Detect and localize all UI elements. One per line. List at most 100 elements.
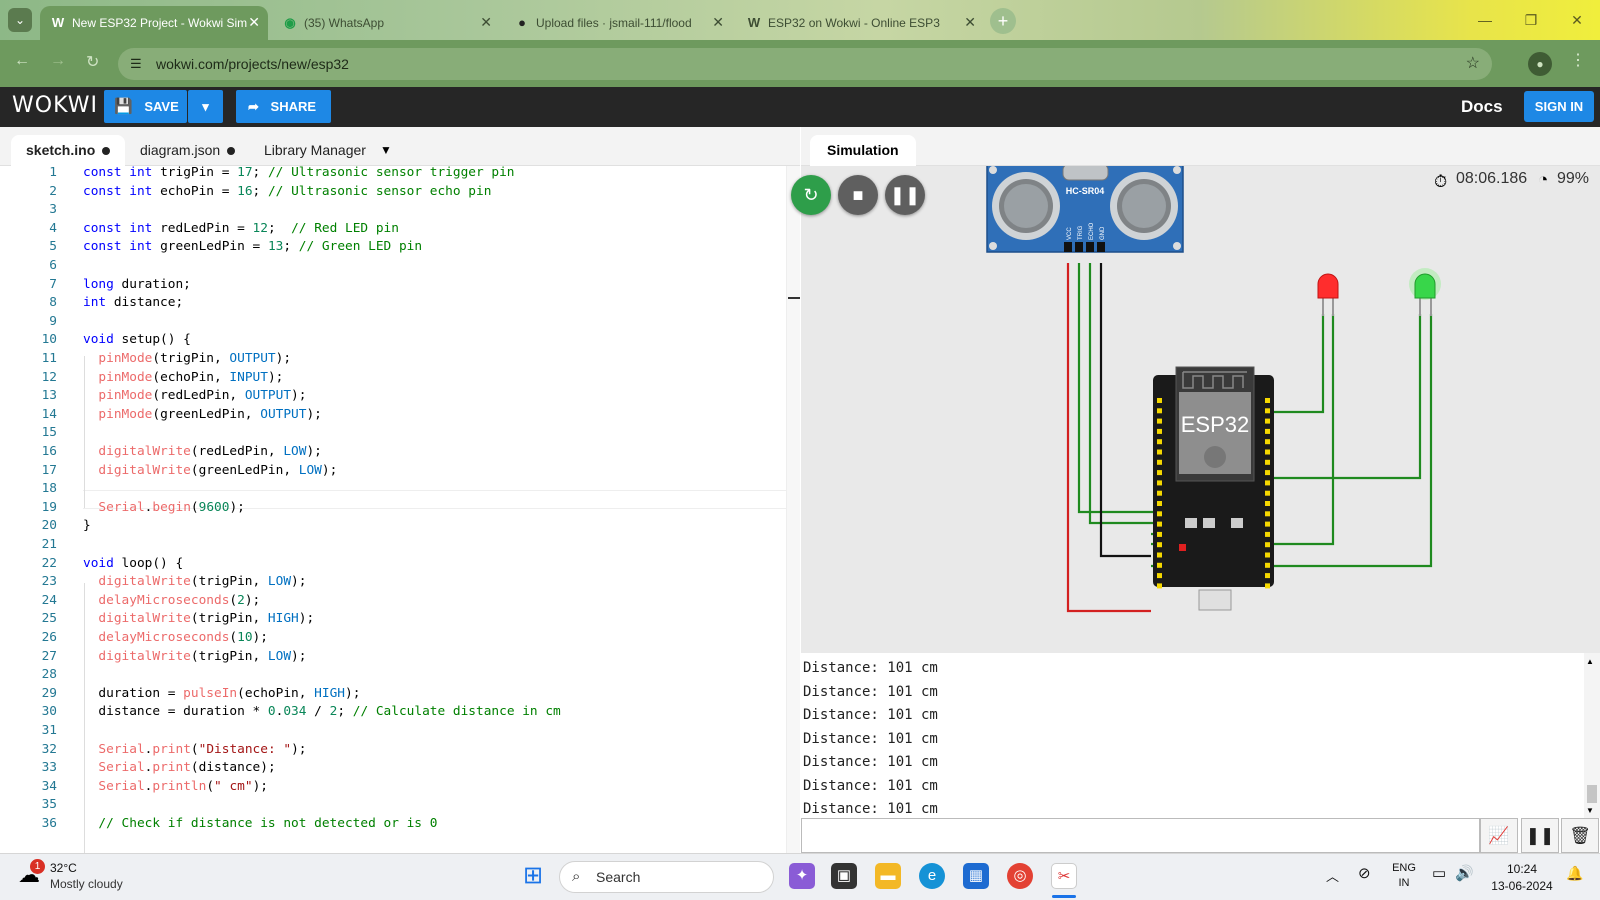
tabs-overflow-chevron-icon[interactable]: ▼ bbox=[380, 143, 392, 157]
weather-temperature[interactable]: 32°C bbox=[50, 861, 77, 875]
code-line[interactable]: 17 digitalWrite(greenLedPin, LOW); bbox=[0, 461, 800, 480]
code-line[interactable]: 10 void setup() { bbox=[0, 330, 800, 349]
stop-simulation-button[interactable]: ■ bbox=[838, 175, 878, 215]
code-line[interactable]: 9 bbox=[0, 312, 800, 331]
code-line[interactable]: 16 digitalWrite(redLedPin, LOW); bbox=[0, 442, 800, 461]
language-indicator[interactable]: ENG IN bbox=[1389, 862, 1419, 889]
reload-icon[interactable]: ↻ bbox=[86, 52, 99, 72]
display-icon[interactable]: ▭ bbox=[1432, 864, 1446, 882]
pause-serial-button[interactable]: ❚❚ bbox=[1521, 818, 1559, 853]
profile-avatar-icon[interactable]: ● bbox=[1528, 52, 1552, 76]
code-line[interactable]: 2 const int echoPin = 16; // Ultrasonic s… bbox=[0, 182, 800, 201]
code-line[interactable]: 22 void loop() { bbox=[0, 554, 800, 573]
code-line[interactable]: 30 distance = duration * 0.034 / 2; // C… bbox=[0, 702, 800, 721]
close-tab-icon[interactable]: ✕ bbox=[480, 14, 492, 31]
code-line[interactable]: 31 bbox=[0, 721, 800, 740]
restart-simulation-button[interactable]: ↻ bbox=[791, 175, 831, 215]
code-line[interactable]: 21 bbox=[0, 535, 800, 554]
tab-simulation[interactable]: Simulation bbox=[810, 135, 916, 166]
code-line[interactable]: 24 delayMicroseconds(2); bbox=[0, 591, 800, 610]
snipping-tool-icon[interactable]: ✂ bbox=[1051, 863, 1077, 889]
chrome-icon[interactable]: ◎ bbox=[1007, 863, 1033, 889]
code-line[interactable]: 28 bbox=[0, 665, 800, 684]
minimize-icon[interactable]: — bbox=[1462, 0, 1508, 40]
windows-start-icon[interactable]: ⊞ bbox=[520, 863, 546, 889]
code-line[interactable]: 27 digitalWrite(trigPin, LOW); bbox=[0, 647, 800, 666]
code-line[interactable]: 18 bbox=[0, 479, 800, 498]
code-line[interactable]: 13 pinMode(redLedPin, OUTPUT); bbox=[0, 386, 800, 405]
code-line[interactable]: 25 digitalWrite(trigPin, HIGH); bbox=[0, 609, 800, 628]
code-line[interactable]: 4 const int redLedPin = 12; // Red LED pi… bbox=[0, 219, 800, 238]
code-line[interactable]: 12 pinMode(echoPin, INPUT); bbox=[0, 368, 800, 387]
sign-in-button[interactable]: SIGN IN bbox=[1524, 91, 1594, 122]
notification-bell-icon[interactable]: 🔔 bbox=[1566, 865, 1583, 882]
plotter-button[interactable]: 📈 bbox=[1480, 818, 1518, 853]
code-line[interactable]: 20} bbox=[0, 516, 800, 535]
code-line[interactable]: 5 const int greenLedPin = 13; // Green LE… bbox=[0, 237, 800, 256]
save-dropdown-button[interactable]: ▾ bbox=[188, 90, 223, 123]
browser-tab-esp32-wokwi[interactable]: W ESP32 on Wokwi - Online ESP3 ✕ bbox=[736, 6, 984, 40]
code-line[interactable]: 14 pinMode(greenLedPin, OUTPUT); bbox=[0, 405, 800, 424]
back-arrow-icon[interactable]: ← bbox=[14, 52, 30, 70]
taskbar-search[interactable]: ⌕ Search bbox=[559, 861, 774, 893]
microsoft-store-icon[interactable]: ▦ bbox=[963, 863, 989, 889]
simulation-canvas[interactable]: HC-SR04 VCC TRIG ECHO GND ESP32 bbox=[801, 162, 1600, 653]
code-line[interactable]: 33 Serial.print(distance); bbox=[0, 758, 800, 777]
edge-browser-icon[interactable]: e bbox=[919, 863, 945, 889]
copilot-icon[interactable]: ✦ bbox=[789, 863, 815, 889]
close-window-icon[interactable]: ✕ bbox=[1554, 0, 1600, 40]
editor-scrollbar[interactable] bbox=[786, 166, 800, 853]
tab-sketch-ino[interactable]: sketch.ino bbox=[11, 135, 126, 166]
network-icon[interactable]: ⊘ bbox=[1358, 864, 1371, 882]
code-line[interactable]: 32 Serial.print("Distance: "); bbox=[0, 740, 800, 759]
code-line[interactable]: 15 bbox=[0, 423, 800, 442]
browser-menu-icon[interactable]: ⋮ bbox=[1570, 50, 1586, 70]
file-explorer-icon[interactable]: ▬ bbox=[875, 863, 901, 889]
serial-input-field[interactable] bbox=[801, 818, 1480, 853]
task-view-icon[interactable]: ▣ bbox=[831, 863, 857, 889]
code-line[interactable]: 26 delayMicroseconds(10); bbox=[0, 628, 800, 647]
docs-link[interactable]: Docs bbox=[1461, 97, 1503, 117]
wokwi-logo[interactable]: WOKWI bbox=[12, 93, 98, 118]
code-line[interactable]: 36 // Check if distance is not detected … bbox=[0, 814, 800, 833]
code-line[interactable]: 34 Serial.println(" cm"); bbox=[0, 777, 800, 796]
close-tab-icon[interactable]: ✕ bbox=[248, 14, 260, 31]
close-tab-icon[interactable]: ✕ bbox=[964, 14, 976, 31]
browser-tab-github[interactable]: ● Upload files · jsmail-111/flood ✕ bbox=[504, 6, 732, 40]
scroll-down-icon[interactable]: ▼ bbox=[1586, 806, 1594, 815]
site-info-icon[interactable]: ☰ bbox=[130, 48, 142, 80]
code-line[interactable]: 1 const int trigPin = 17; // Ultrasonic s… bbox=[0, 166, 800, 182]
code-line[interactable]: 19 Serial.begin(9600); bbox=[0, 498, 800, 517]
pause-simulation-button[interactable]: ❚❚ bbox=[885, 175, 925, 215]
serial-scroll-thumb[interactable] bbox=[1587, 785, 1597, 803]
serial-scrollbar[interactable]: ▲ ▼ bbox=[1584, 653, 1600, 818]
bookmark-star-icon[interactable]: ☆ bbox=[1466, 48, 1480, 80]
save-button[interactable]: 💾 SAVE bbox=[104, 90, 187, 123]
new-tab-plus-icon[interactable]: + bbox=[990, 8, 1016, 34]
clock[interactable]: 10:24 13-06-2024 bbox=[1484, 862, 1560, 893]
restore-icon[interactable]: ❐ bbox=[1508, 0, 1554, 40]
scroll-up-icon[interactable]: ▲ bbox=[1586, 657, 1594, 666]
browser-tab-whatsapp[interactable]: ◉ (35) WhatsApp ✕ bbox=[272, 6, 500, 40]
code-line[interactable]: 29 duration = pulseIn(echoPin, HIGH); bbox=[0, 684, 800, 703]
tab-diagram-json[interactable]: diagram.json bbox=[125, 135, 250, 166]
code-line[interactable]: 3 bbox=[0, 200, 800, 219]
code-line[interactable]: 8 int distance; bbox=[0, 293, 800, 312]
close-tab-icon[interactable]: ✕ bbox=[712, 14, 724, 31]
code-line[interactable]: 11 pinMode(trigPin, OUTPUT); bbox=[0, 349, 800, 368]
forward-arrow-icon[interactable]: → bbox=[50, 52, 66, 70]
code-line[interactable]: 35 bbox=[0, 795, 800, 814]
share-button[interactable]: ➦ SHARE bbox=[236, 90, 331, 123]
browser-tab-wokwi-sim[interactable]: W New ESP32 Project - Wokwi Sim ✕ bbox=[40, 6, 268, 40]
address-bar[interactable]: ☰ wokwi.com/projects/new/esp32 ☆ bbox=[118, 48, 1492, 80]
code-line[interactable]: 6 bbox=[0, 256, 800, 275]
clear-serial-button[interactable]: 🗑 bbox=[1561, 818, 1599, 853]
show-hidden-icons-chevron-icon[interactable]: ︿ bbox=[1326, 866, 1339, 885]
tab-library-manager[interactable]: Library Manager bbox=[249, 135, 381, 166]
code-line[interactable]: 23 digitalWrite(trigPin, LOW); bbox=[0, 572, 800, 591]
tab-search-chevron-icon[interactable]: ⌄ bbox=[8, 8, 32, 32]
volume-icon[interactable]: 🔊 bbox=[1455, 864, 1474, 882]
weather-description[interactable]: Mostly cloudy bbox=[50, 877, 123, 891]
code-line[interactable]: 7 long duration; bbox=[0, 275, 800, 294]
code-editor[interactable]: 1 const int trigPin = 17; // Ultrasonic s… bbox=[0, 166, 800, 853]
